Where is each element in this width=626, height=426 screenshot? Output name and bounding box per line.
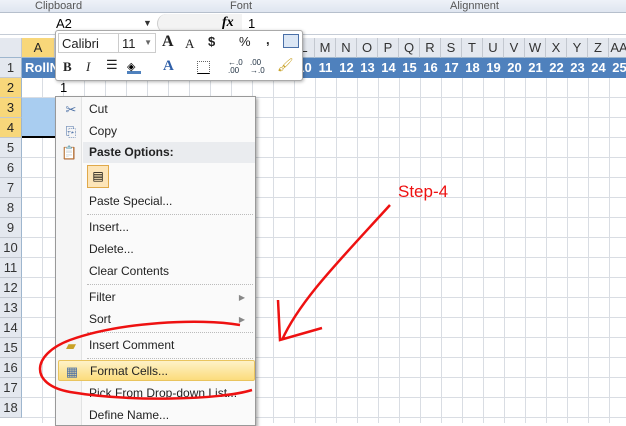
annotation-label: Step-4	[398, 182, 448, 201]
annotation-overlay: Step-4	[38, 182, 448, 400]
annotation-arrow	[276, 204, 391, 342]
annotation-circle	[38, 320, 253, 400]
